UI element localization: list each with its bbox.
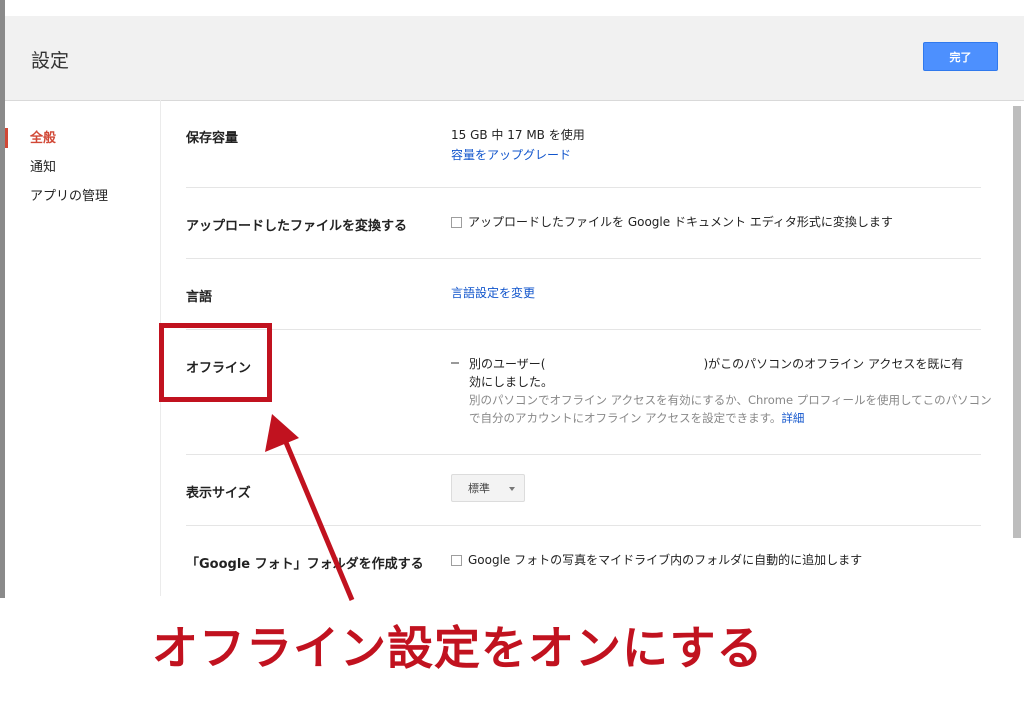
annotation-caption: オフライン設定をオンにする <box>152 621 764 675</box>
annotation-arrow-icon <box>265 414 355 601</box>
